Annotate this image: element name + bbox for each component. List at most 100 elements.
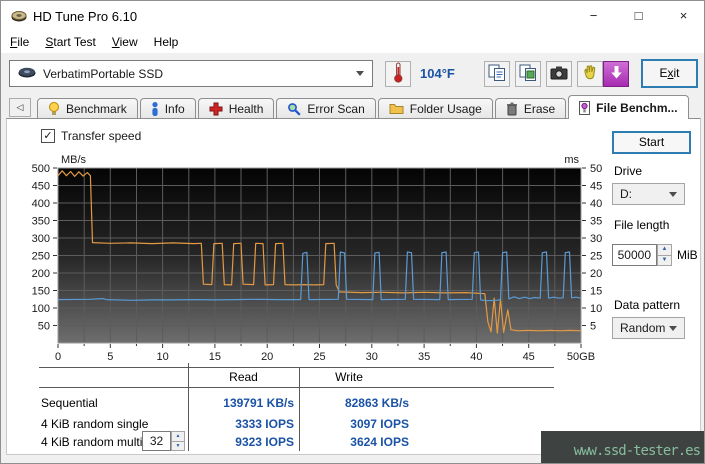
svg-text:150: 150 xyxy=(32,286,50,298)
svg-text:400: 400 xyxy=(32,198,50,210)
svg-text:45: 45 xyxy=(590,181,602,193)
svg-text:10: 10 xyxy=(156,351,168,363)
svg-text:45: 45 xyxy=(523,351,535,363)
folder-icon xyxy=(389,103,404,115)
svg-text:300: 300 xyxy=(32,233,50,245)
temperature-button[interactable] xyxy=(385,61,411,87)
trash-icon xyxy=(506,102,518,116)
chevron-down-icon xyxy=(356,71,364,76)
start-button[interactable]: Start xyxy=(612,131,691,154)
sequential-write-value: 82863 KB/s xyxy=(299,396,409,410)
sequential-read-value: 139791 KB/s xyxy=(188,396,294,410)
transfer-speed-checkbox[interactable]: ✓ xyxy=(41,129,55,143)
spin-up-icon[interactable]: ▲ xyxy=(657,244,672,256)
magnifier-icon xyxy=(287,102,301,116)
copy-image-icon xyxy=(519,64,537,85)
menu-start-test[interactable]: Start Test xyxy=(38,33,102,51)
exit-button[interactable]: Exit xyxy=(641,59,698,88)
svg-text:0: 0 xyxy=(55,351,61,363)
screenshot-button[interactable] xyxy=(546,61,572,87)
tab-folder-usage[interactable]: Folder Usage xyxy=(378,98,493,119)
menu-bar: File Start Test View Help xyxy=(1,31,705,53)
file-length-spinner: ▲ ▼ xyxy=(657,244,672,266)
random-multi-write-value: 3624 IOPS xyxy=(299,435,409,449)
toolbar: VerbatimPortable SSD 104°F Exit xyxy=(1,53,705,95)
info-icon xyxy=(151,102,159,116)
svg-text:15: 15 xyxy=(209,351,221,363)
file-length-input[interactable]: 50000 xyxy=(612,244,657,266)
title-bar: HD Tune Pro 6.10 − □ × xyxy=(1,1,705,31)
data-pattern-select[interactable]: Random xyxy=(612,317,685,339)
device-select[interactable]: VerbatimPortable SSD xyxy=(9,60,373,87)
svg-text:100: 100 xyxy=(32,303,50,315)
disk-icon xyxy=(18,67,36,81)
maximize-button[interactable]: □ xyxy=(616,1,661,31)
chevron-down-icon xyxy=(669,326,677,331)
hd-tune-window: HD Tune Pro 6.10 − □ × File Start Test V… xyxy=(0,0,705,464)
drive-select[interactable]: D: xyxy=(612,183,685,205)
svg-text:500: 500 xyxy=(32,163,50,175)
svg-text:30: 30 xyxy=(366,351,378,363)
random-single-write-value: 3097 IOPS xyxy=(299,417,409,431)
data-pattern-label: Data pattern xyxy=(614,298,680,312)
svg-text:5: 5 xyxy=(590,321,596,333)
svg-text:35: 35 xyxy=(590,216,602,228)
random-single-read-value: 3333 IOPS xyxy=(188,417,294,431)
device-name: VerbatimPortable SSD xyxy=(43,67,356,81)
svg-text:25: 25 xyxy=(590,251,602,263)
spin-up-icon[interactable]: ▲ xyxy=(171,431,185,442)
copy-text-icon xyxy=(488,64,506,85)
transfer-speed-option: ✓ Transfer speed xyxy=(41,129,141,143)
read-header: Read xyxy=(188,370,299,384)
file-length-label: File length xyxy=(614,218,669,232)
row-sequential-label: Sequential xyxy=(41,396,98,410)
spin-down-icon[interactable]: ▼ xyxy=(657,256,672,267)
copy-image-button[interactable] xyxy=(515,61,541,87)
thermometer-icon xyxy=(393,62,404,86)
spin-down-icon[interactable]: ▼ xyxy=(171,442,185,452)
tab-strip: ◁ Benchmark Info Health Error Scan Folde… xyxy=(1,95,705,119)
svg-text:5: 5 xyxy=(107,351,113,363)
benchmark-chart: 5004504003503002502001501005050454035302… xyxy=(31,151,606,363)
tab-error-scan[interactable]: Error Scan xyxy=(276,98,375,119)
minimize-button[interactable]: − xyxy=(571,1,616,31)
health-cross-icon xyxy=(209,102,223,116)
svg-text:50: 50 xyxy=(38,321,50,333)
save-button[interactable] xyxy=(577,61,603,87)
copy-text-button[interactable] xyxy=(484,61,510,87)
temperature-value: 104°F xyxy=(420,66,455,81)
row-random-single-label: 4 KiB random single xyxy=(41,417,148,431)
tab-health[interactable]: Health xyxy=(198,98,275,119)
write-header: Write xyxy=(299,370,399,384)
svg-text:35: 35 xyxy=(418,351,430,363)
random-multi-read-value: 9323 IOPS xyxy=(188,435,294,449)
tab-benchmark[interactable]: Benchmark xyxy=(37,98,138,119)
hand-icon xyxy=(582,65,598,84)
window-title: HD Tune Pro 6.10 xyxy=(33,9,137,24)
menu-view[interactable]: View xyxy=(105,33,145,51)
camera-icon xyxy=(550,65,568,83)
svg-text:15: 15 xyxy=(590,286,602,298)
download-button[interactable] xyxy=(603,61,629,87)
close-button[interactable]: × xyxy=(661,1,705,31)
app-icon xyxy=(11,8,27,27)
tab-scroll-left-icon[interactable]: ◁ xyxy=(9,98,31,117)
tab-file-benchmark[interactable]: File Benchm... xyxy=(568,95,688,119)
menu-file[interactable]: File xyxy=(3,33,36,51)
file-length-unit: MiB xyxy=(677,248,698,262)
bulb-icon xyxy=(48,102,60,116)
table-line-top xyxy=(39,367,554,368)
svg-text:200: 200 xyxy=(32,268,50,280)
svg-text:40: 40 xyxy=(470,351,482,363)
svg-text:ms: ms xyxy=(564,154,579,166)
tab-erase[interactable]: Erase xyxy=(495,98,566,119)
svg-text:20: 20 xyxy=(590,268,602,280)
download-arrow-icon xyxy=(610,65,623,83)
transfer-speed-label: Transfer speed xyxy=(61,129,141,143)
menu-help[interactable]: Help xyxy=(147,33,186,51)
svg-text:250: 250 xyxy=(32,251,50,263)
queue-depth-input[interactable]: 32 xyxy=(142,431,171,451)
svg-text:40: 40 xyxy=(590,198,602,210)
tab-info[interactable]: Info xyxy=(140,98,196,119)
svg-text:10: 10 xyxy=(590,303,602,315)
